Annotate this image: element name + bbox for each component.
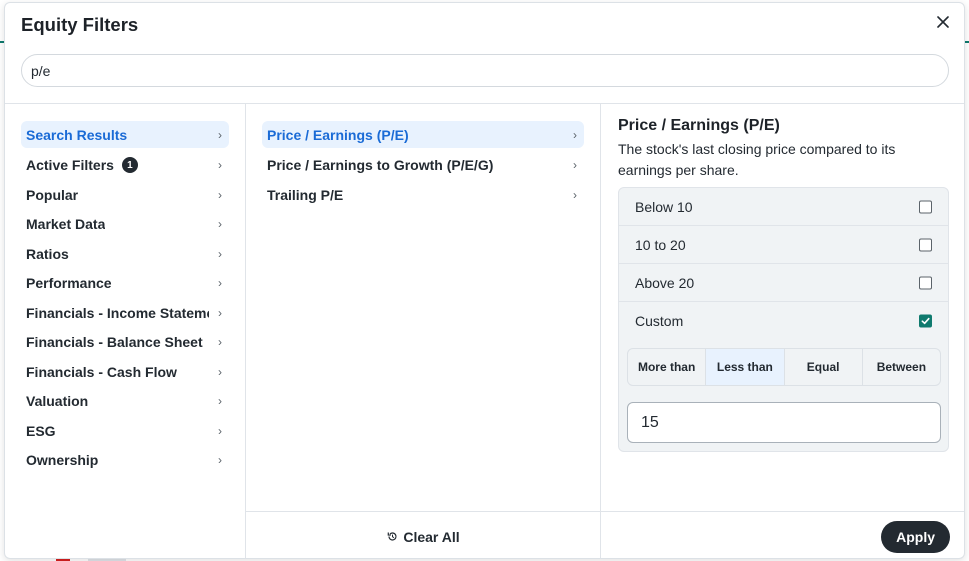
category-label: Active Filters [26, 157, 114, 174]
category-label: Performance [26, 275, 112, 292]
results-footer: Clear All [246, 511, 601, 558]
equity-filters-dialog: Equity Filters Search Results › Active F… [4, 2, 965, 559]
result-item-trailing-pe[interactable]: Trailing P/E › [262, 180, 584, 210]
option-label: Below 10 [635, 198, 693, 215]
category-column: Search Results › Active Filters 1 › Popu… [5, 104, 246, 558]
chevron-right-icon: › [573, 158, 577, 173]
category-item-balance-sheet[interactable]: Financials - Balance Sheet › [21, 328, 229, 358]
comparator-segmented-control: More than Less than Equal Between [627, 348, 941, 386]
comparator-less-than[interactable]: Less than [706, 349, 785, 385]
chevron-right-icon: › [218, 187, 222, 202]
chevron-right-icon: › [218, 423, 222, 438]
search-results-list: Price / Earnings (P/E) › Price / Earning… [262, 121, 584, 210]
category-label: ESG [26, 422, 56, 439]
checkbox[interactable] [919, 200, 932, 213]
option-label: Custom [635, 313, 684, 329]
comparator-more-than[interactable]: More than [628, 349, 707, 385]
dialog-title: Equity Filters [21, 14, 139, 35]
results-column: Price / Earnings (P/E) › Price / Earning… [246, 104, 601, 558]
close-button[interactable] [934, 13, 952, 31]
category-item-income-statement[interactable]: Financials - Income Statement › [21, 298, 229, 328]
option-custom[interactable]: Custom [619, 302, 948, 340]
dialog-body: Search Results › Active Filters 1 › Popu… [5, 103, 964, 558]
category-item-esg[interactable]: ESG › [21, 416, 229, 446]
custom-value-input[interactable] [627, 402, 941, 443]
checkbox-checked[interactable] [919, 314, 932, 328]
category-label: Ownership [26, 452, 99, 469]
filter-description: The stock's last closing price compared … [618, 141, 896, 178]
option-label: 10 to 20 [635, 236, 686, 253]
category-item-ratios[interactable]: Ratios › [21, 239, 229, 269]
count-badge: 1 [121, 157, 138, 174]
category-item-ownership[interactable]: Ownership › [21, 446, 229, 476]
clear-all-button[interactable]: Clear All [387, 528, 460, 545]
result-label: Price / Earnings (P/E) [267, 126, 409, 143]
category-item-cash-flow[interactable]: Financials - Cash Flow › [21, 357, 229, 387]
reset-icon [388, 532, 397, 541]
filter-title: Price / Earnings (P/E) [618, 117, 780, 134]
category-item-valuation[interactable]: Valuation › [21, 387, 229, 417]
result-label: Trailing P/E [267, 186, 344, 203]
result-label: Price / Earnings to Growth (P/E/G) [267, 157, 494, 174]
category-list: Search Results › Active Filters 1 › Popu… [21, 121, 229, 475]
category-item-popular[interactable]: Popular › [21, 180, 229, 210]
category-label: Ratios [26, 245, 69, 262]
category-label: Financials - Income Statement [26, 304, 209, 321]
chevron-right-icon: › [218, 335, 222, 350]
category-label: Popular [26, 186, 79, 203]
result-item-pe[interactable]: Price / Earnings (P/E) › [262, 121, 584, 148]
detail-column: Price / Earnings (P/E) The stock's last … [601, 104, 964, 558]
option-above-20[interactable]: Above 20 [619, 264, 948, 302]
category-item-search-results[interactable]: Search Results › [21, 121, 229, 148]
chevron-right-icon: › [218, 364, 222, 379]
chevron-right-icon: › [573, 127, 577, 142]
chevron-right-icon: › [218, 276, 222, 291]
comparator-equal[interactable]: Equal [785, 349, 863, 385]
option-label: Above 20 [635, 274, 695, 291]
category-label: Financials - Balance Sheet [26, 334, 203, 351]
category-label: Search Results [26, 126, 128, 143]
result-item-peg[interactable]: Price / Earnings to Growth (P/E/G) › [262, 151, 584, 181]
category-item-active-filters[interactable]: Active Filters 1 › [21, 151, 229, 181]
chevron-right-icon: › [218, 453, 222, 468]
chevron-right-icon: › [218, 246, 222, 261]
category-item-market-data[interactable]: Market Data › [21, 210, 229, 240]
category-label: Valuation [26, 393, 89, 410]
category-item-performance[interactable]: Performance › [21, 269, 229, 299]
option-below-10[interactable]: Below 10 [619, 188, 948, 226]
chevron-right-icon: › [218, 127, 222, 142]
apply-button[interactable]: Apply [881, 521, 950, 553]
chevron-right-icon: › [573, 187, 577, 202]
close-icon [937, 16, 949, 28]
chevron-right-icon: › [218, 217, 222, 232]
category-label: Financials - Cash Flow [26, 363, 177, 380]
detail-footer: Apply [601, 511, 964, 558]
filter-options: Below 10 10 to 20 Above 20 Custom More t… [618, 187, 949, 452]
check-icon [921, 317, 930, 325]
chevron-right-icon: › [218, 394, 222, 409]
checkbox[interactable] [919, 238, 932, 251]
chevron-right-icon: › [218, 158, 222, 173]
option-10-to-20[interactable]: 10 to 20 [619, 226, 948, 264]
chevron-right-icon: › [218, 305, 222, 320]
checkbox[interactable] [919, 276, 932, 289]
category-label: Market Data [26, 216, 106, 233]
comparator-between[interactable]: Between [863, 349, 940, 385]
clear-all-label: Clear All [403, 528, 460, 545]
filter-search-input[interactable] [21, 54, 949, 87]
